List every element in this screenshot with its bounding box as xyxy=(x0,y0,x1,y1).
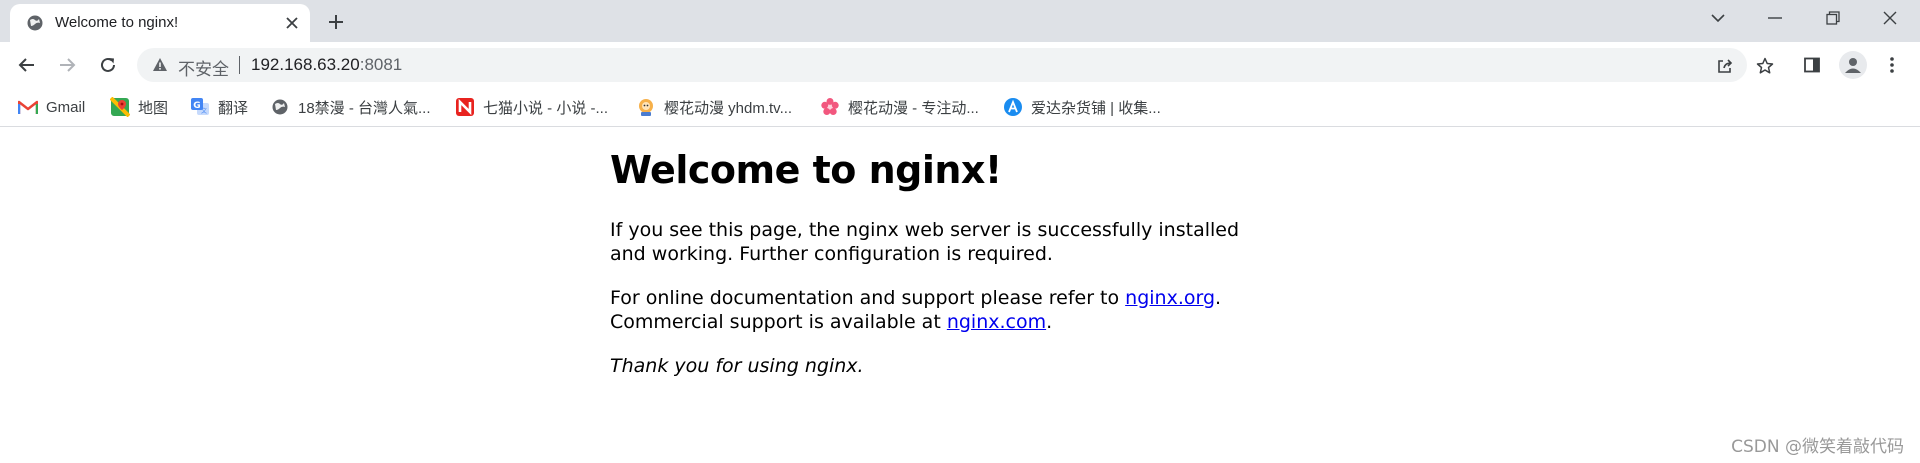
new-tab-button[interactable] xyxy=(323,9,349,35)
bookmark-yhdm[interactable]: 樱花动漫 yhdm.tv... xyxy=(636,96,792,118)
browser-toolbar: 不安全 192.168.63.20:8081 xyxy=(0,42,1920,88)
tab-title: Welcome to nginx! xyxy=(55,14,179,31)
svg-text:G: G xyxy=(193,101,200,111)
bookmark-label: 樱花动漫 - 专注动... xyxy=(848,99,979,117)
bookmark-star-icon[interactable] xyxy=(1754,55,1776,77)
bookmark-sakura[interactable]: 樱花动漫 - 专注动... xyxy=(820,96,979,118)
bookmarks-bar: Gmail 地图 G 文 翻译 18禁漫 - 台灣人氣... 七猫小说 - 小说… xyxy=(0,88,1920,127)
warning-icon[interactable] xyxy=(152,57,168,73)
close-window-icon[interactable] xyxy=(1867,0,1913,36)
support-period: . xyxy=(1215,286,1222,309)
bookmark-label: 七猫小说 - 小说 -... xyxy=(483,99,608,117)
thanks-paragraph: Thank you for using nginx. xyxy=(610,354,1270,378)
bookmark-label: 18禁漫 - 台灣人氣... xyxy=(298,99,431,117)
maps-icon xyxy=(110,97,130,117)
side-panel-icon[interactable] xyxy=(1800,53,1824,77)
bookmark-18jm[interactable]: 18禁漫 - 台灣人氣... xyxy=(270,96,431,118)
tab-active[interactable]: Welcome to nginx! xyxy=(10,4,310,42)
share-icon[interactable] xyxy=(1714,55,1736,77)
globe-icon xyxy=(270,97,290,117)
url-text[interactable]: 192.168.63.20:8081 xyxy=(251,55,402,75)
bookmark-aida[interactable]: 爱达杂货铺 | 收集... xyxy=(1003,96,1161,118)
qimao-icon xyxy=(455,97,475,117)
bookmark-gmail[interactable]: Gmail xyxy=(18,96,85,118)
page-title: Welcome to nginx! xyxy=(610,148,1002,192)
page-content: Welcome to nginx! If you see this page, … xyxy=(610,148,1270,398)
security-label[interactable]: 不安全 xyxy=(178,55,229,80)
close-tab-icon[interactable] xyxy=(282,13,302,33)
bookmark-qimao[interactable]: 七猫小说 - 小说 -... xyxy=(455,96,608,118)
menu-kebab-icon[interactable] xyxy=(1880,53,1904,77)
thanks-text: Thank you for using nginx. xyxy=(610,354,864,377)
translate-icon: G 文 xyxy=(190,97,210,117)
support-paragraph: For online documentation and support ple… xyxy=(610,286,1270,334)
bookmark-label: 地图 xyxy=(138,99,169,117)
gmail-icon xyxy=(18,97,38,117)
address-bar[interactable]: 不安全 192.168.63.20:8081 xyxy=(137,48,1774,82)
intro-paragraph: If you see this page, the nginx web serv… xyxy=(610,218,1240,265)
bookmark-maps[interactable]: 地图 xyxy=(110,96,168,118)
url-port: :8081 xyxy=(359,55,403,74)
bookmark-label: 爱达杂货铺 | 收集... xyxy=(1031,99,1161,117)
back-icon[interactable] xyxy=(11,49,43,81)
minimize-icon[interactable] xyxy=(1752,0,1798,36)
bookmark-label: 樱花动漫 yhdm.tv... xyxy=(664,99,793,117)
globe-icon xyxy=(26,14,44,32)
tab-search-icon[interactable] xyxy=(1695,0,1741,36)
address-divider xyxy=(239,56,240,74)
commercial-text: Commercial support is available at xyxy=(610,310,947,333)
sakura-icon xyxy=(820,97,840,117)
support-text: For online documentation and support ple… xyxy=(610,286,1126,309)
nginx-com-link[interactable]: nginx.com xyxy=(947,311,1046,333)
profile-avatar-icon[interactable] xyxy=(1839,51,1867,79)
nginx-org-link[interactable]: nginx.org xyxy=(1125,287,1215,309)
reload-icon[interactable] xyxy=(92,49,124,81)
url-host: 192.168.63.20 xyxy=(251,55,360,74)
yhdm-icon xyxy=(636,97,656,117)
restore-icon[interactable] xyxy=(1810,0,1856,36)
forward-icon[interactable] xyxy=(51,49,83,81)
aida-icon xyxy=(1003,97,1023,117)
svg-text:文: 文 xyxy=(201,107,207,115)
bookmark-label: Gmail xyxy=(46,98,86,116)
commercial-period: . xyxy=(1046,310,1053,333)
tab-strip: Welcome to nginx! xyxy=(0,0,1920,42)
bookmark-translate[interactable]: G 文 翻译 xyxy=(190,96,248,118)
bookmark-label: 翻译 xyxy=(218,99,249,117)
watermark: CSDN @微笑着敲代码 xyxy=(1731,437,1904,457)
